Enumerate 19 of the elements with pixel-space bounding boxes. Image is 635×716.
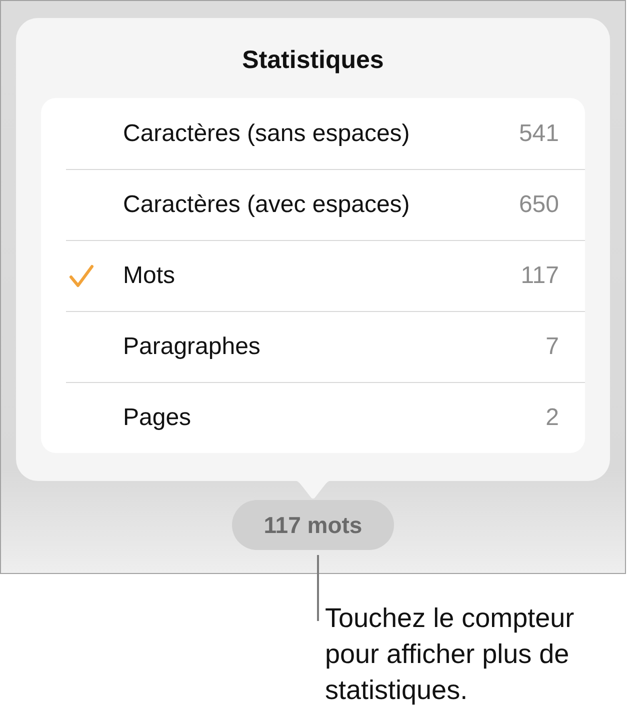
word-count-button[interactable]: 117 mots (232, 500, 394, 550)
statistic-label: Mots (123, 262, 176, 290)
statistic-label: Caractères (sans espaces) (123, 120, 411, 148)
statistic-row[interactable]: Pages 2 (66, 382, 585, 453)
statistic-row[interactable]: Mots 117 (66, 240, 585, 311)
statistic-row[interactable]: Caractères (sans espaces) 541 (66, 98, 585, 169)
statistic-value: 7 (546, 333, 560, 361)
statistic-label: Pages (123, 404, 192, 432)
statistic-value: 650 (518, 191, 560, 219)
statistic-label: Paragraphes (123, 333, 262, 361)
statistic-label: Caractères (avec espaces) (123, 191, 411, 219)
popover-title: Statistiques (241, 46, 385, 74)
leader-line (317, 555, 319, 621)
statistic-value: 2 (546, 404, 560, 432)
statistic-value: 541 (518, 120, 560, 148)
callout-text: Touchez le compteur pour afficher plus de statistiques. (325, 602, 576, 707)
statistic-row[interactable]: Paragraphes 7 (66, 311, 585, 382)
statistic-value: 117 (520, 262, 560, 290)
statistic-row[interactable]: Caractères (avec espaces) 650 (66, 169, 585, 240)
